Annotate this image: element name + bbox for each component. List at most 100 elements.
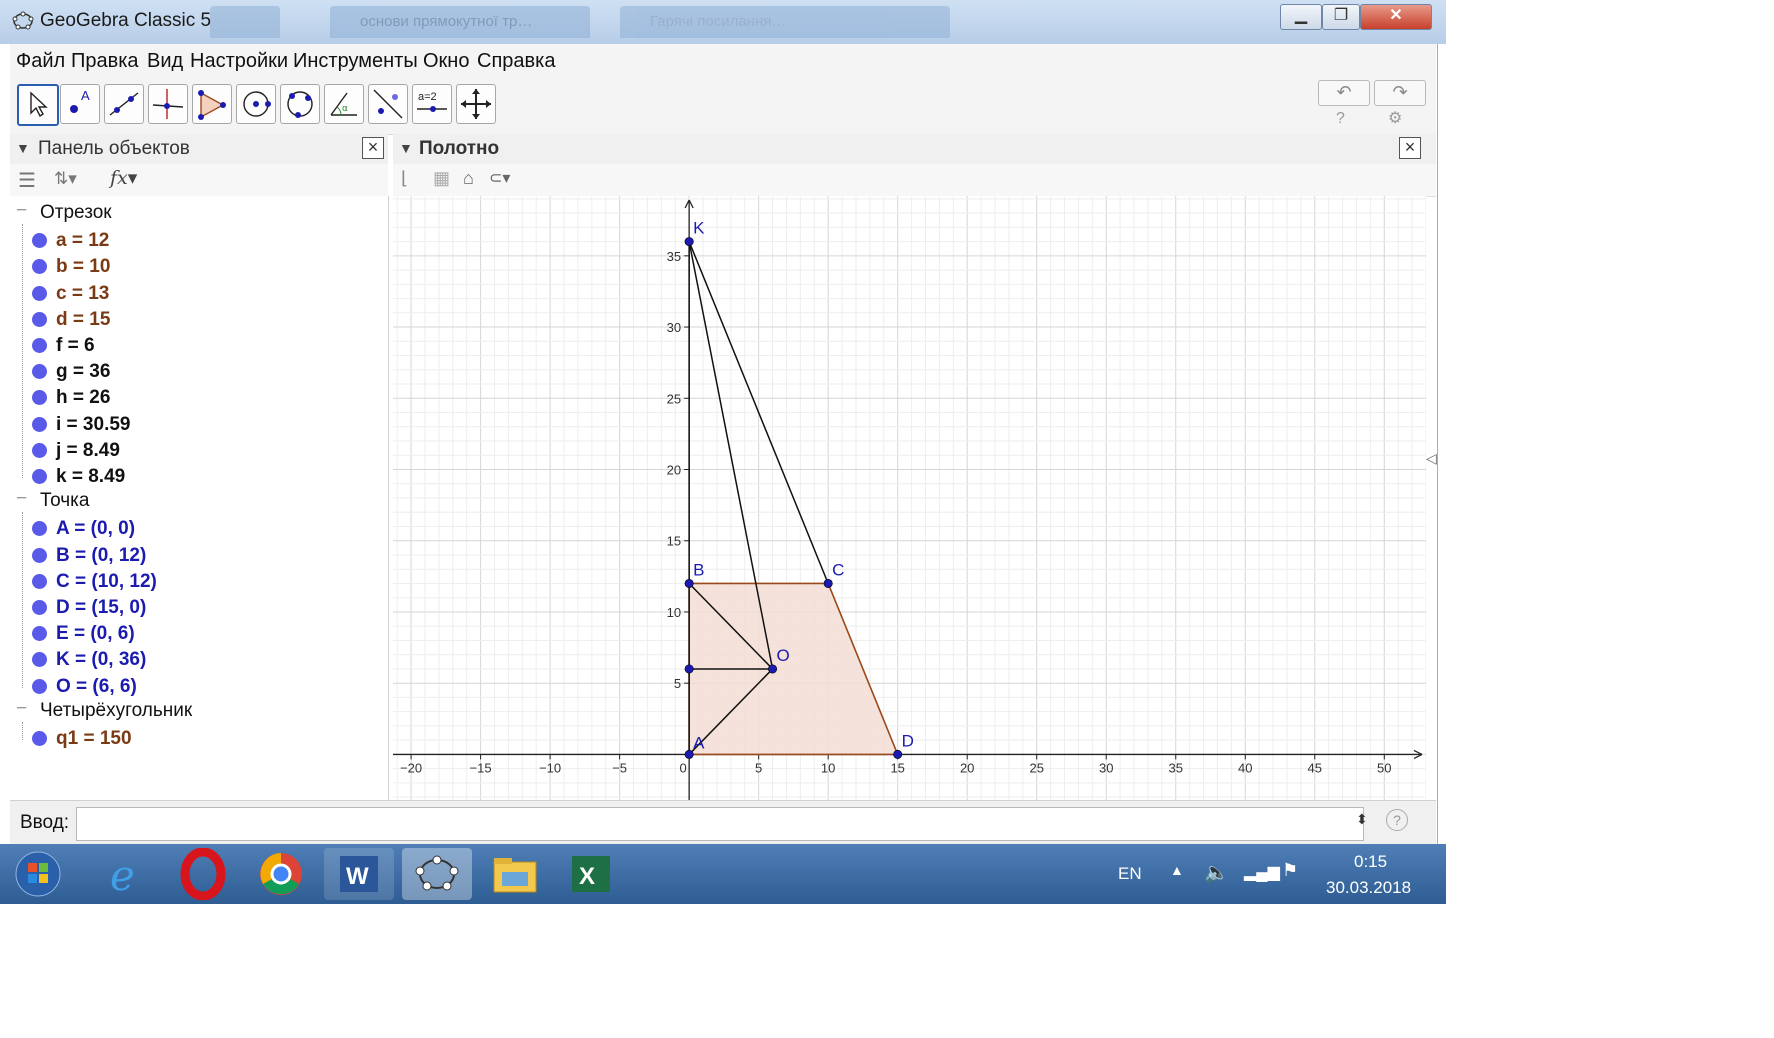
group-collapse-icon[interactable]: − — [16, 200, 27, 222]
undo-button[interactable]: ↶ — [1318, 80, 1370, 106]
visibility-toggle-icon[interactable] — [32, 416, 47, 432]
visibility-toggle-icon[interactable] — [32, 338, 47, 353]
visibility-toggle-icon[interactable] — [32, 521, 47, 537]
chrome-icon[interactable] — [246, 848, 316, 900]
point-O[interactable] — [768, 664, 778, 674]
angle-tool-icon[interactable]: α — [324, 84, 364, 124]
minimize-button[interactable]: ▁ — [1280, 4, 1322, 30]
point-K[interactable] — [684, 237, 694, 247]
conic-tool-icon[interactable] — [280, 84, 320, 124]
algebra-item[interactable]: K = (0, 36) — [10, 647, 380, 671]
visibility-toggle-icon[interactable] — [32, 259, 47, 275]
visibility-toggle-icon[interactable] — [32, 469, 47, 484]
background-tab-2[interactable]: Гарячі посилання… — [620, 6, 950, 38]
settings-gear-icon[interactable]: ⚙ — [1388, 108, 1402, 128]
algebra-item[interactable]: b = 10 — [10, 254, 380, 278]
visibility-toggle-icon[interactable] — [32, 652, 47, 668]
visibility-toggle-icon[interactable] — [32, 233, 47, 249]
visibility-toggle-icon[interactable] — [32, 731, 47, 746]
move-view-tool-icon[interactable] — [456, 84, 496, 124]
excel-icon[interactable]: X — [556, 848, 626, 900]
graphics-collapse-icon[interactable]: ▼ — [399, 140, 413, 156]
algebra-item[interactable]: k = 8.49 — [10, 464, 380, 488]
algebra-item[interactable]: d = 15 — [10, 307, 380, 331]
input-help-icon[interactable]: ? — [1386, 809, 1408, 831]
algebra-item[interactable]: h = 26 — [10, 385, 380, 409]
input-history-icon[interactable]: ⬍ — [1356, 811, 1368, 828]
internet-explorer-icon[interactable]: e — [90, 848, 160, 900]
geogebra-icon[interactable] — [402, 848, 472, 900]
visibility-toggle-icon[interactable] — [32, 390, 47, 406]
algebra-item[interactable]: f = 6 — [10, 333, 380, 357]
point-D[interactable] — [893, 749, 903, 759]
algebra-item[interactable]: a = 12 — [10, 228, 380, 252]
algebra-style-icon[interactable]: ☰ — [18, 168, 36, 193]
clock-time[interactable]: 0:15 — [1354, 852, 1387, 872]
close-algebra-panel-button[interactable]: × — [362, 137, 384, 159]
visibility-toggle-icon[interactable] — [32, 678, 47, 694]
algebra-item[interactable]: C = (10, 12) — [10, 569, 380, 593]
visibility-toggle-icon[interactable] — [32, 442, 47, 458]
explorer-icon[interactable] — [480, 848, 550, 900]
visibility-toggle-icon[interactable] — [32, 311, 47, 327]
grid-toggle-icon[interactable]: ▦ — [433, 168, 450, 189]
home-view-icon[interactable]: ⌂ — [463, 168, 474, 189]
algebra-item[interactable]: B = (0, 12) — [10, 543, 380, 567]
tray-expand-icon[interactable]: ▲ — [1170, 862, 1184, 878]
algebra-item[interactable]: D = (15, 0) — [10, 595, 380, 619]
function-input-icon[interactable]: fx▾ — [110, 167, 137, 189]
menu-file[interactable]: Файл — [16, 50, 65, 73]
clock-date[interactable]: 30.03.2018 — [1326, 878, 1411, 898]
opera-icon[interactable] — [168, 847, 238, 901]
close-graphics-panel-button[interactable]: × — [1399, 137, 1421, 159]
reflect-tool-icon[interactable] — [368, 84, 408, 124]
slider-tool-icon[interactable]: a=2 — [412, 84, 452, 124]
close-window-button[interactable]: ✕ — [1360, 4, 1432, 30]
menu-edit[interactable]: Правка — [71, 50, 139, 73]
menu-window[interactable]: Окно — [423, 50, 469, 73]
visibility-toggle-icon[interactable] — [32, 285, 47, 301]
background-tab-1[interactable]: основи прямокутної тр… — [330, 6, 590, 38]
volume-icon[interactable]: 🔈 — [1204, 860, 1229, 885]
visibility-toggle-icon[interactable] — [32, 364, 47, 380]
circle-tool-icon[interactable] — [236, 84, 276, 124]
point-E[interactable] — [684, 664, 694, 674]
point-capture-icon[interactable]: ⊂▾ — [489, 168, 510, 188]
input-field[interactable] — [76, 807, 1364, 841]
sort-icon[interactable]: ⇅▾ — [54, 169, 77, 189]
help-icon[interactable]: ? — [1336, 110, 1345, 128]
algebra-item[interactable]: j = 8.49 — [10, 438, 380, 462]
network-icon[interactable]: ▂▄▆ — [1244, 862, 1280, 882]
language-indicator[interactable]: EN — [1118, 864, 1142, 884]
windows-start-icon[interactable] — [8, 848, 68, 900]
maximize-button[interactable]: ❐ — [1322, 4, 1360, 30]
visibility-toggle-icon[interactable] — [32, 573, 47, 589]
group-collapse-icon[interactable]: − — [16, 698, 27, 720]
visibility-toggle-icon[interactable] — [32, 600, 47, 615]
algebra-group-label[interactable]: Точка — [40, 490, 89, 512]
taskbar-preview-tab[interactable] — [210, 6, 280, 38]
point-C[interactable] — [823, 578, 833, 588]
menu-settings[interactable]: Настройки — [190, 50, 288, 73]
expand-sidebar-icon[interactable]: ◁ — [1426, 450, 1437, 467]
algebra-item[interactable]: g = 36 — [10, 359, 380, 383]
menu-help[interactable]: Справка — [477, 50, 555, 73]
axes-toggle-icon[interactable]: ⌊ — [401, 168, 408, 189]
algebra-item[interactable]: O = (6, 6) — [10, 674, 380, 698]
redo-button[interactable]: ↷ — [1374, 80, 1426, 106]
collapse-triangle-icon[interactable]: ▼ — [16, 140, 30, 156]
line-tool-icon[interactable] — [104, 84, 144, 124]
action-center-flag-icon[interactable]: ⚑ — [1282, 860, 1298, 881]
word-icon[interactable]: W — [324, 848, 394, 900]
algebra-item[interactable]: i = 30.59 — [10, 412, 380, 436]
move-tool-icon[interactable] — [17, 84, 59, 126]
point-A[interactable] — [684, 749, 694, 759]
point-tool-icon[interactable]: A — [60, 84, 100, 124]
polygon-tool-icon[interactable] — [192, 84, 232, 124]
algebra-item[interactable]: A = (0, 0) — [10, 516, 380, 540]
menu-tools[interactable]: Инструменты — [293, 50, 418, 73]
algebra-group-label[interactable]: Четырёхугольник — [40, 700, 192, 722]
menu-view[interactable]: Вид — [147, 50, 183, 73]
visibility-toggle-icon[interactable] — [32, 626, 47, 642]
algebra-item[interactable]: E = (0, 6) — [10, 621, 380, 645]
